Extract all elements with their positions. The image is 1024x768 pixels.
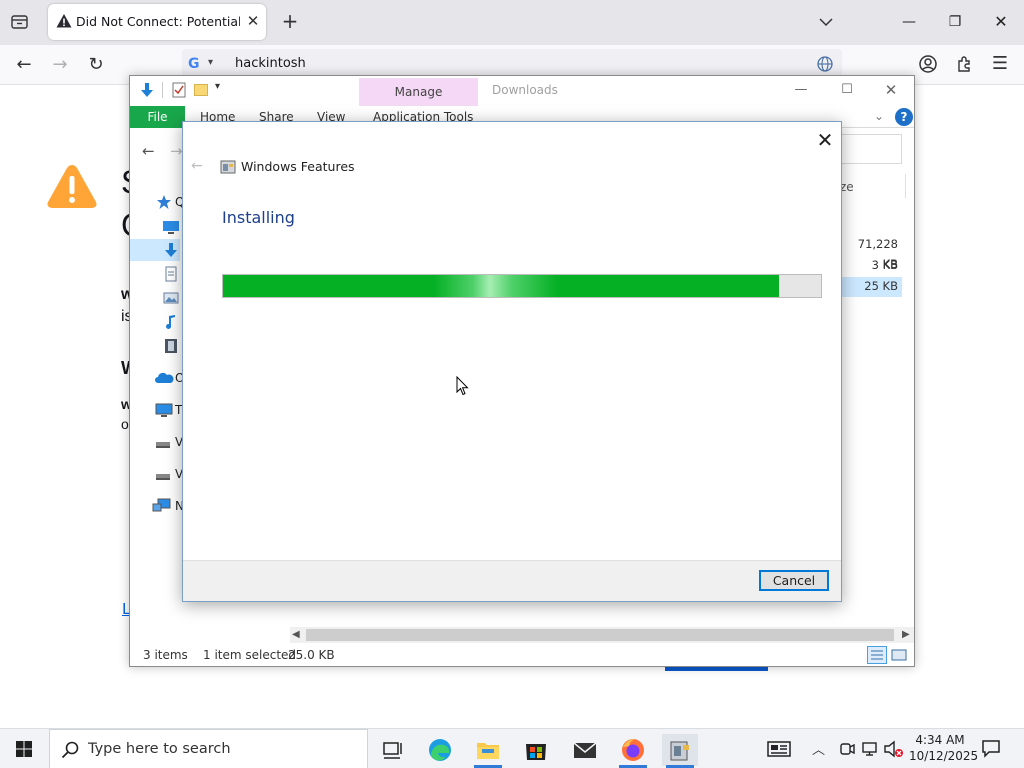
downloads-icon[interactable] (162, 242, 180, 258)
browser-close-button[interactable]: ✕ (978, 8, 1024, 36)
extensions-icon[interactable] (955, 54, 975, 74)
warning-icon (46, 162, 98, 210)
scroll-left-icon[interactable]: ◀ (292, 627, 300, 643)
status-size: 25.0 KB (288, 648, 335, 662)
browser-tab-active[interactable]: Did Not Connect: Potential Security Issu… (48, 4, 266, 40)
file-explorer-icon[interactable] (470, 734, 506, 766)
drive-icon[interactable] (154, 436, 172, 452)
mouse-cursor-icon (456, 375, 469, 396)
music-icon[interactable] (162, 314, 180, 330)
window-title: Downloads (492, 83, 558, 97)
taskbar: Type here to search ︿ 4:34 AM 10/12/2025 (0, 728, 1024, 768)
properties-icon[interactable] (172, 82, 186, 98)
volume-muted-icon[interactable] (883, 740, 905, 758)
details-view-icon[interactable] (867, 646, 887, 664)
dialog-footer: Cancel (183, 560, 841, 601)
status-selection: 1 item selected (203, 648, 297, 662)
chevron-down-icon[interactable]: ⌄ (874, 109, 884, 123)
error-text-fragment: o (121, 416, 129, 432)
explorer-forward-button[interactable]: → (170, 142, 183, 160)
mail-icon[interactable] (567, 734, 603, 766)
network-icon[interactable] (152, 498, 171, 514)
videos-icon[interactable] (162, 338, 180, 354)
chevron-down-icon[interactable] (816, 12, 836, 32)
system-clock[interactable]: 4:34 AM 10/12/2025 (909, 732, 979, 764)
explorer-search-box[interactable] (839, 134, 902, 164)
translate-icon[interactable] (816, 55, 834, 73)
edge-icon[interactable] (422, 734, 458, 766)
url-text[interactable]: hackintosh (235, 56, 306, 72)
tray-overflow-chevron-icon[interactable]: ︿ (812, 739, 825, 758)
scroll-right-icon[interactable]: ▶ (902, 627, 910, 643)
qat-separator (162, 82, 163, 98)
file-size-cell[interactable]: 71,228 KB (840, 234, 902, 271)
help-icon[interactable]: ? (895, 108, 913, 126)
browser-tab-bar: Did Not Connect: Potential Security Issu… (0, 0, 1024, 45)
clock-date: 10/12/2025 (909, 749, 979, 763)
status-item-count: 3 items (143, 648, 188, 662)
windows-features-taskbar-icon[interactable] (662, 734, 698, 766)
quick-access-star-icon[interactable] (156, 194, 174, 210)
manage-contextual-tab[interactable]: Manage (359, 78, 478, 106)
file-size-cell[interactable]: 25 KB (840, 276, 902, 296)
explorer-maximize-button[interactable]: ☐ (832, 78, 862, 102)
column-header-size[interactable]: ze (840, 180, 854, 194)
google-icon[interactable]: G (188, 56, 204, 72)
tab-title: Did Not Connect: Potential Security Issu… (76, 14, 240, 29)
progress-fill (223, 275, 779, 297)
dialog-close-button[interactable]: ✕ (811, 127, 839, 153)
large-icons-view-icon[interactable] (890, 647, 908, 663)
dialog-title: Windows Features (241, 159, 355, 174)
search-placeholder: Type here to search (88, 741, 231, 757)
windows-start-icon[interactable] (0, 729, 48, 768)
manage-label: Manage (394, 85, 443, 99)
chevron-down-icon[interactable]: ▾ (208, 55, 220, 71)
install-status-heading: Installing (222, 208, 295, 227)
tab-close-button[interactable]: ✕ (244, 12, 262, 30)
notification-center-icon[interactable] (980, 737, 1002, 759)
cancel-button[interactable]: Cancel (759, 570, 829, 591)
explorer-close-button[interactable]: ✕ (876, 78, 906, 102)
desktop-icon[interactable] (162, 219, 180, 235)
reload-button[interactable]: ↻ (84, 53, 108, 77)
tab-file[interactable]: File (130, 106, 185, 128)
firefox-icon[interactable] (615, 734, 651, 766)
documents-icon[interactable] (162, 266, 180, 282)
horizontal-scrollbar[interactable]: ◀ ▶ (290, 627, 914, 643)
download-arrow-icon[interactable] (139, 82, 155, 98)
clock-time: 4:34 AM (915, 733, 965, 747)
windows-features-dialog: ✕ ← Windows Features Installing Cancel (182, 121, 842, 602)
qat-dropdown-icon[interactable]: ▾ (215, 81, 220, 92)
this-pc-icon[interactable] (154, 402, 173, 418)
drive-icon[interactable] (154, 468, 172, 484)
microsoft-store-icon[interactable] (518, 734, 554, 766)
taskbar-search-box[interactable]: Type here to search (49, 729, 368, 768)
onedrive-icon[interactable] (154, 370, 174, 386)
forward-button[interactable]: → (48, 53, 72, 77)
windows-features-icon (220, 159, 236, 175)
warning-icon (56, 13, 72, 29)
install-progress-bar (222, 274, 822, 298)
search-icon (60, 740, 80, 760)
column-divider (905, 174, 906, 198)
scrollbar-thumb[interactable] (306, 629, 894, 641)
new-folder-icon[interactable] (194, 84, 208, 96)
tab-list-icon[interactable] (8, 11, 32, 33)
new-tab-button[interactable]: + (280, 11, 300, 33)
browser-restore-button[interactable]: ❐ (932, 8, 978, 36)
news-widget-icon[interactable] (766, 739, 792, 759)
browser-minimize-button[interactable]: — (886, 8, 932, 36)
account-icon[interactable] (918, 54, 938, 74)
status-bar: 3 items 1 item selected 25.0 KB (130, 644, 914, 666)
explorer-back-button[interactable]: ← (142, 142, 155, 160)
meet-now-icon[interactable] (838, 740, 856, 758)
dialog-back-button[interactable]: ← (191, 158, 203, 174)
explorer-minimize-button[interactable]: — (786, 78, 816, 102)
file-size-cell[interactable]: 3 KB (840, 255, 902, 275)
hamburger-menu-icon[interactable]: ☰ (990, 54, 1010, 74)
back-button[interactable]: ← (12, 53, 36, 77)
pictures-icon[interactable] (162, 290, 180, 306)
task-view-icon[interactable] (374, 734, 410, 766)
network-status-icon[interactable] (860, 740, 880, 758)
